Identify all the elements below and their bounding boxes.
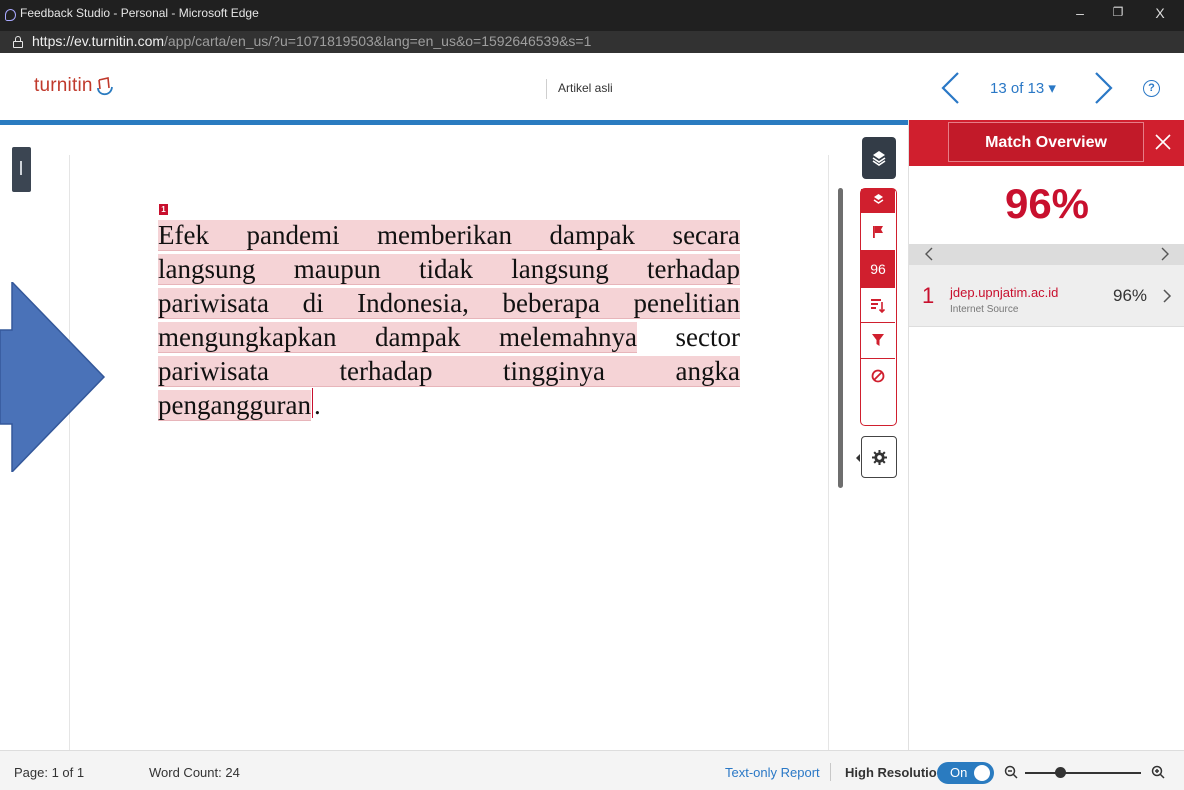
close-window-button[interactable]: X [1150,5,1170,21]
overall-similarity-percentage: 96% [1004,180,1090,227]
high-resolution-label: High Resolution [845,765,945,780]
browser-titlebar: Feedback Studio - Personal - Microsoft E… [0,0,1184,31]
status-divider [830,763,831,781]
grip-icon [20,161,22,175]
header-divider [546,79,547,99]
document-line: mengungkapkan dampak melemahnya sector [158,320,740,354]
restore-button[interactable]: ❐ [1108,5,1128,19]
text-cursor [311,388,313,418]
highlighted-match[interactable]: mengungkapkan dampak melemahnya [158,322,637,353]
source-number: 1 [922,283,935,308]
high-resolution-toggle[interactable]: On [937,762,994,784]
settings-button[interactable] [856,436,897,478]
similarity-toolbar: 96 [860,188,897,426]
panel-title: Match Overview [948,122,1144,162]
word-count: Word Count: 24 [149,765,240,780]
status-bar: Page: 1 of 1 Word Count: 24 Text-only Re… [0,750,1184,790]
layers-icon [872,151,886,166]
highlighted-match[interactable]: pengangguran [158,390,311,421]
header-accent-line [0,120,908,125]
sort-list-icon [871,299,885,314]
highlighted-match[interactable]: pariwisata di Indonesia, beberapa peneli… [158,288,740,319]
source-name[interactable]: jdep.upnjatim.ac.id [950,285,1058,300]
flag-button[interactable] [861,213,895,251]
url-path: /app/carta/en_us/?u=1071819503&lang=en_u… [164,33,592,49]
annotation-arrow-icon [0,282,106,472]
page-count: Page: 1 of 1 [14,765,85,780]
chevron-right-icon[interactable] [1159,246,1171,262]
lock-icon [13,36,23,48]
screen: Feedback Studio - Personal - Microsoft E… [0,0,1184,790]
document-line: Efek pandemi memberikan dampak secara [158,218,740,252]
exclusions-button[interactable] [861,359,895,395]
document-line: langsung maupun tidak langsung terhadap [158,252,740,286]
caret-left-icon [856,454,860,462]
toggle-label: On [950,765,968,780]
chevron-left-icon[interactable] [923,246,935,262]
chevron-right-icon[interactable] [1162,288,1172,304]
source-navigation [909,244,1184,265]
minimize-button[interactable]: – [1070,5,1090,21]
unmatched-text: sector [636,322,740,352]
document-line: pariwisata terhadap tingginya angka [158,354,740,388]
source-list-item[interactable]: 1 jdep.upnjatim.ac.id Internet Source 96… [909,265,1184,327]
address-bar[interactable]: https://ev.turnitin.com/app/carta/en_us/… [0,31,1184,53]
source-percentage: 96% [1113,286,1148,305]
document-line: pariwisata di Indonesia, beberapa peneli… [158,286,740,320]
document-text: Efek pandemi memberikan dampak secara la… [158,218,740,422]
all-sources-button[interactable] [861,287,895,323]
url-host: https://ev.turnitin.com [32,33,165,49]
next-paper-chevron-right-icon[interactable] [1092,71,1116,105]
highlighted-match[interactable]: langsung maupun tidak langsung terhadap [158,254,740,285]
document-line: pengangguran. [158,388,740,422]
close-icon[interactable] [1153,132,1173,152]
document-scrollbar[interactable] [838,188,843,488]
layers-button[interactable] [862,137,896,179]
filter-button[interactable] [861,323,895,359]
side-panel-toggle[interactable] [12,147,31,192]
turnitin-logo-icon [97,77,113,96]
match-overview-button[interactable]: 96 [861,251,895,287]
paper-selector-dropdown[interactable]: 13 of 13 ▾ [990,79,1056,97]
help-icon[interactable]: ? [1143,80,1160,97]
page-edge-right [828,155,829,750]
app-header: turnitin Artikel asli 13 of 13 ▾ ? [0,53,1184,122]
source-type: Internet Source [950,304,1019,315]
highlighted-match[interactable]: pariwisata terhadap tingginya angka [158,356,740,387]
turnitin-logo[interactable]: turnitin [34,75,93,97]
filter-icon [872,334,884,346]
similarity-layer-button[interactable] [861,189,895,213]
text-only-report-link[interactable]: Text-only Report [725,765,820,780]
toggle-knob [974,765,990,781]
gear-icon [872,450,887,465]
layers-small-icon [873,194,884,204]
unmatched-text: . [313,390,321,420]
edge-icon [5,9,16,21]
zoom-slider-handle[interactable] [1055,767,1066,778]
window-title: Feedback Studio - Personal - Microsoft E… [20,6,259,20]
previous-paper-chevron-left-icon[interactable] [938,71,962,105]
match-overview-panel: Match Overview 96% 1 jdep.upnjatim.ac.id… [908,120,1184,750]
exclude-icon [871,369,885,383]
zoom-in-icon[interactable] [1151,765,1165,779]
url-text[interactable]: https://ev.turnitin.com/app/carta/en_us/… [32,33,591,49]
highlighted-match[interactable]: Efek pandemi memberikan dampak secara [158,220,740,251]
zoom-slider-track[interactable] [1025,772,1141,774]
zoom-out-icon[interactable] [1004,765,1018,779]
panel-header: Match Overview [909,120,1184,166]
flag-icon [873,226,883,238]
match-marker[interactable]: 1 [159,204,168,215]
document-title: Artikel asli [558,81,613,95]
